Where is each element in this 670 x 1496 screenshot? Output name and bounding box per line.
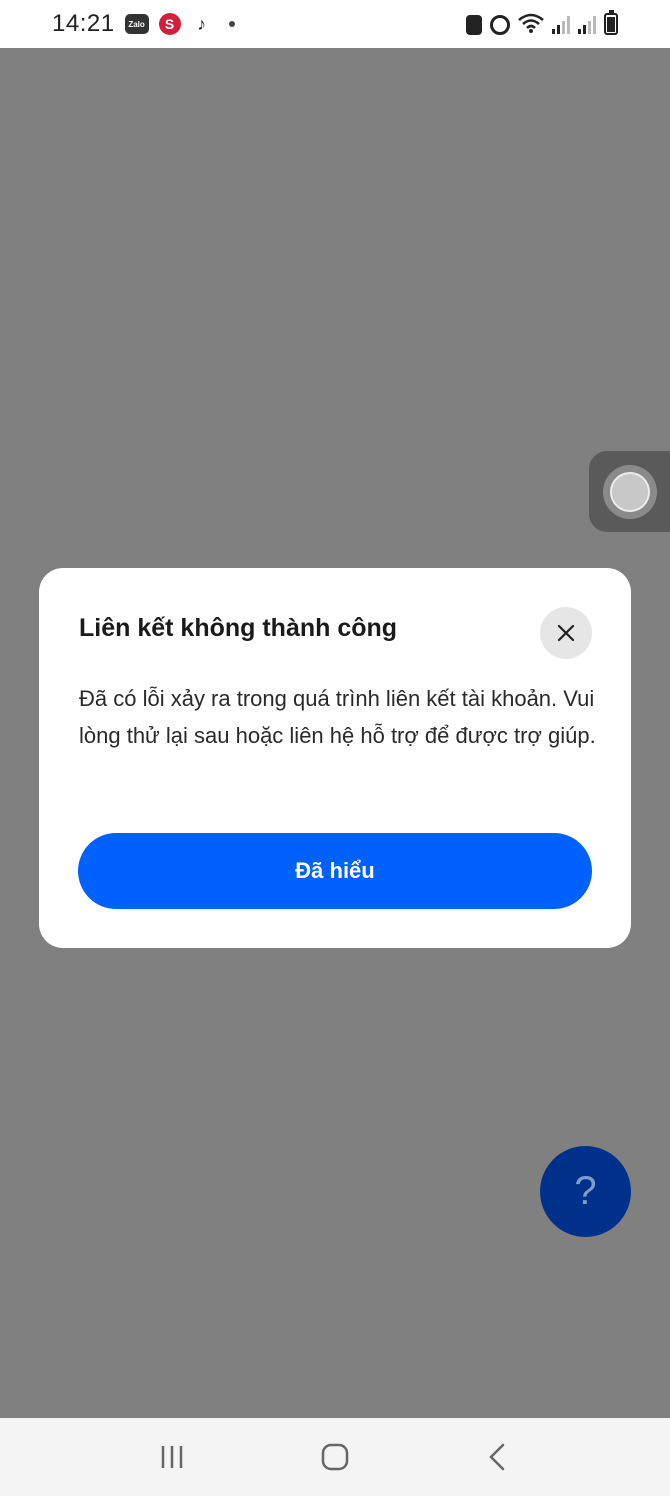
recent-apps-icon bbox=[161, 1446, 182, 1468]
navigation-bar bbox=[0, 1418, 670, 1496]
alarm-icon bbox=[490, 13, 510, 35]
status-right bbox=[466, 10, 618, 35]
close-icon bbox=[557, 624, 575, 642]
back-icon bbox=[489, 1443, 505, 1471]
assistive-touch-ring bbox=[602, 464, 657, 519]
more-notifications-dot-icon bbox=[228, 21, 235, 27]
dialog-title: Liên kết không thành công bbox=[79, 614, 398, 642]
screen: 14:21 Zalo S ♪ Liên kết không thành công… bbox=[0, 0, 670, 1496]
confirm-button[interactable]: Đã hiểu bbox=[78, 833, 592, 909]
status-time: 14:21 bbox=[52, 10, 115, 37]
home-button[interactable] bbox=[305, 1432, 365, 1482]
status-left: 14:21 Zalo S ♪ bbox=[52, 10, 235, 38]
back-button[interactable] bbox=[468, 1432, 528, 1482]
signal-icon bbox=[578, 14, 596, 34]
assistive-touch-button[interactable] bbox=[589, 451, 670, 532]
help-button[interactable]: ? bbox=[540, 1146, 631, 1237]
s-app-icon: S bbox=[158, 13, 181, 35]
close-button[interactable] bbox=[540, 607, 592, 659]
wifi-icon bbox=[518, 13, 544, 34]
notification-badge-icon bbox=[466, 13, 482, 35]
status-bar: 14:21 Zalo S ♪ bbox=[0, 0, 670, 48]
tiktok-icon: ♪ bbox=[197, 13, 207, 34]
zalo-icon: Zalo bbox=[124, 14, 149, 34]
recent-apps-button[interactable] bbox=[142, 1432, 202, 1482]
assistive-touch-core bbox=[609, 471, 650, 512]
error-dialog: Liên kết không thành công Đã có lỗi xảy … bbox=[39, 568, 631, 948]
home-icon bbox=[321, 1443, 349, 1471]
battery-icon bbox=[604, 10, 618, 35]
dialog-message: Đã có lỗi xảy ra trong quá trình liên kế… bbox=[79, 686, 596, 748]
signal-icon bbox=[552, 14, 570, 34]
